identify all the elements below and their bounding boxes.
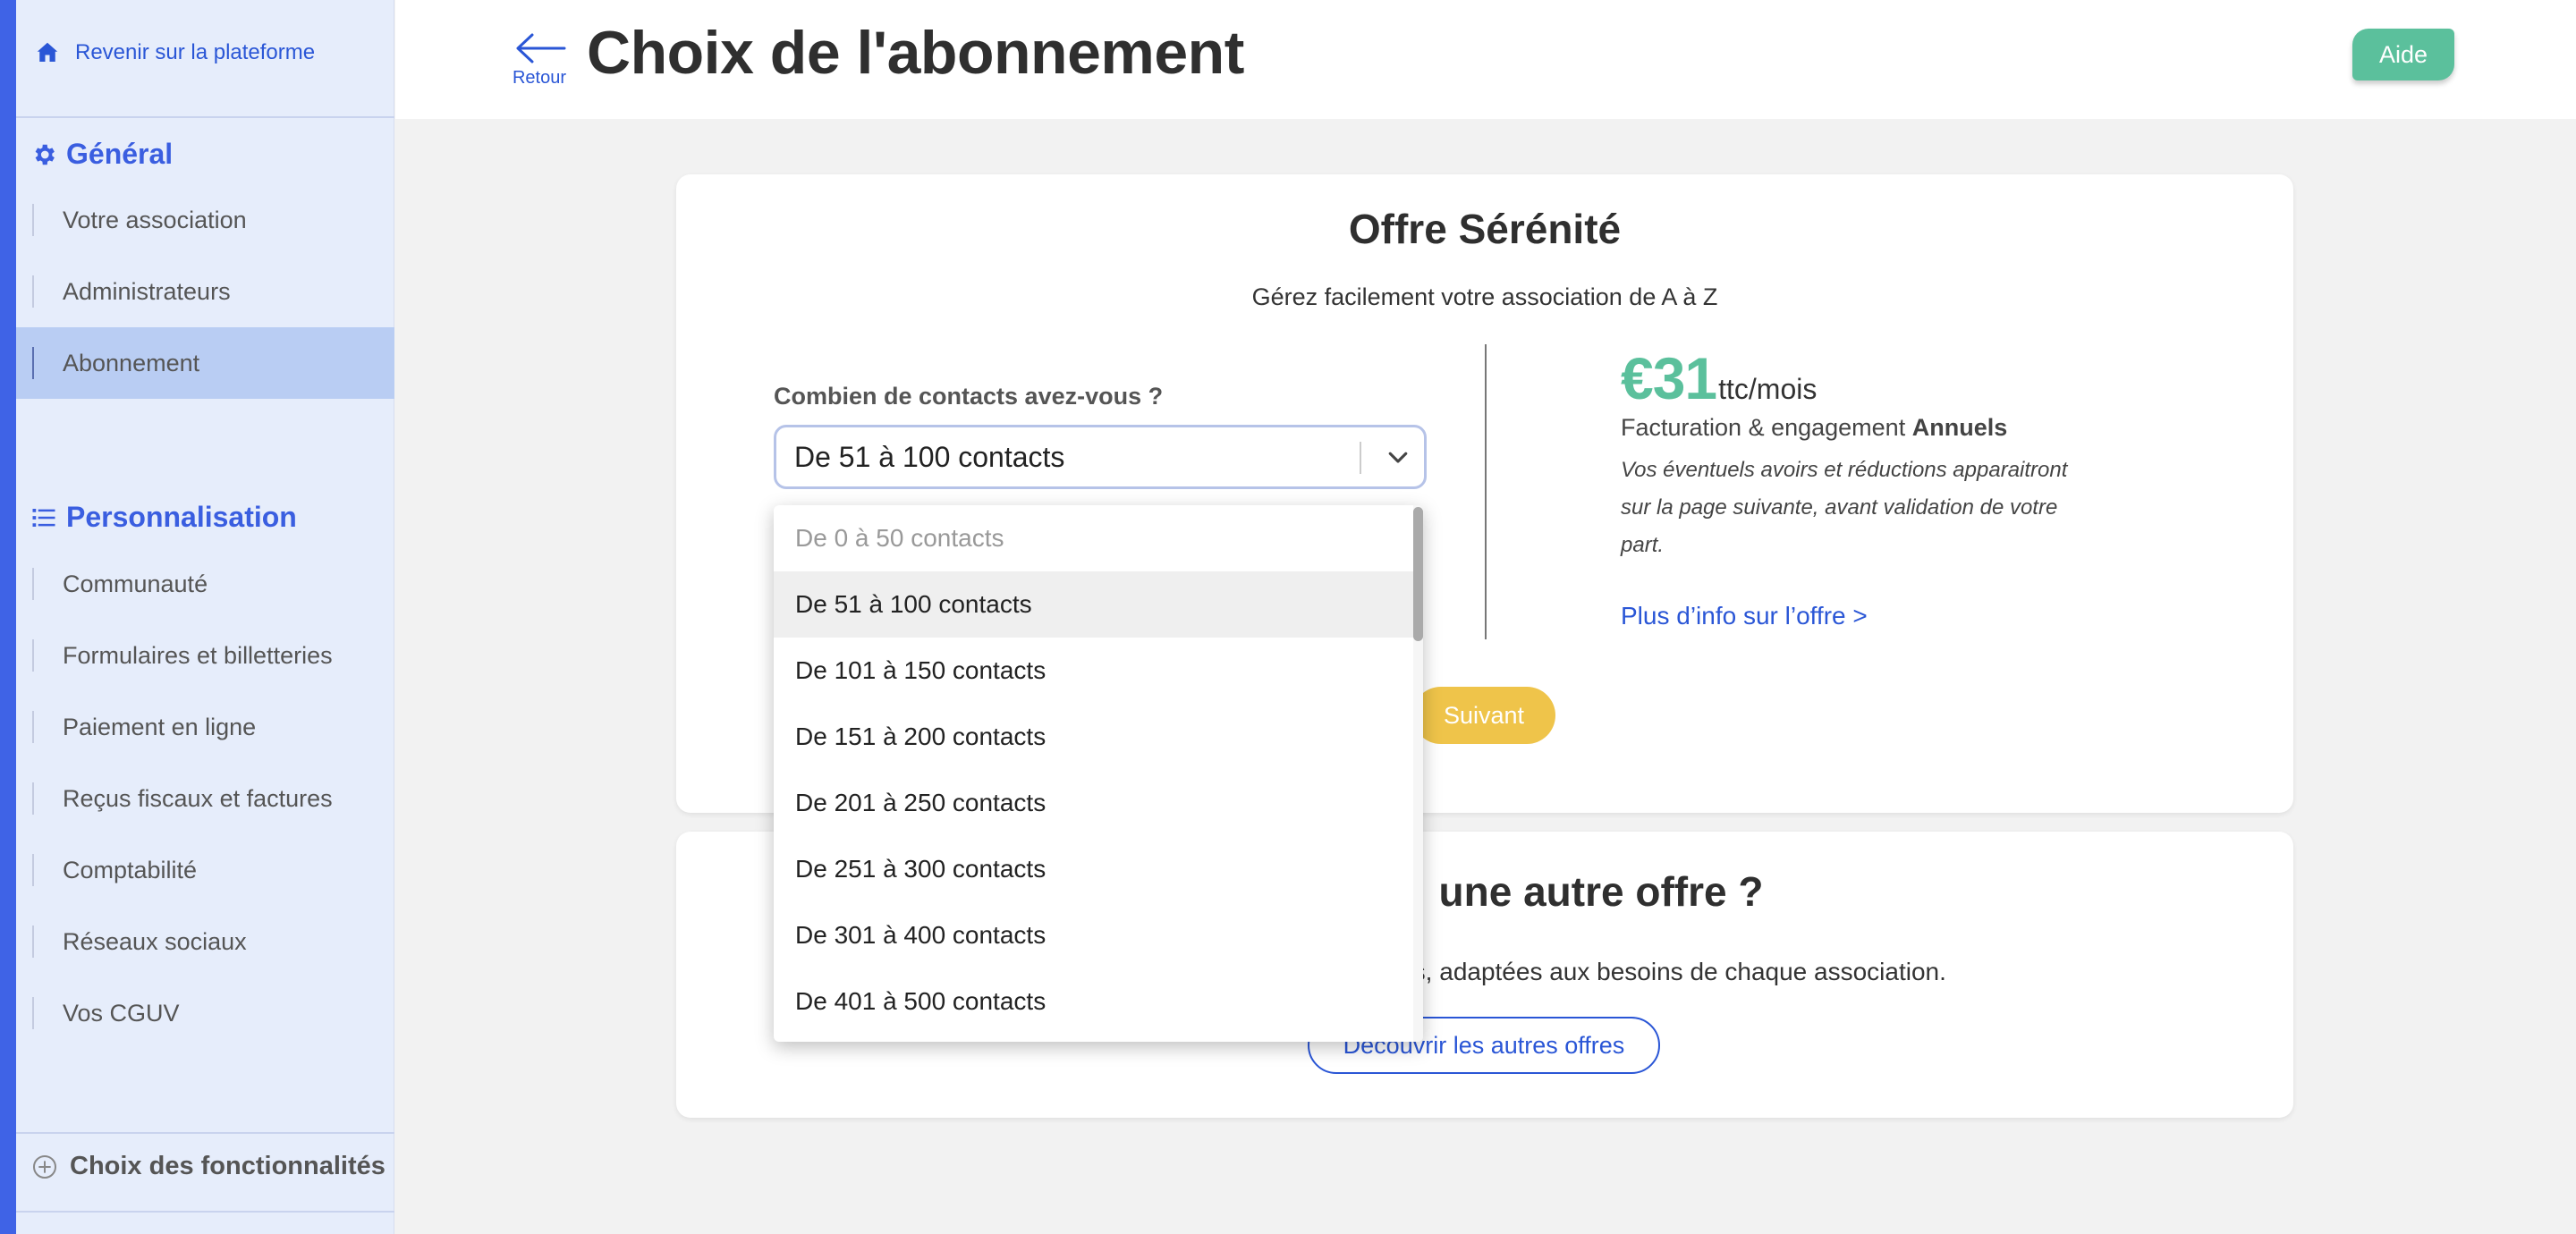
dropdown-option: De 0 à 50 contacts bbox=[795, 524, 1004, 552]
price-unit: ttc/mois bbox=[1718, 373, 1818, 405]
sidebar-item-votre-association[interactable]: Votre association bbox=[16, 184, 394, 256]
back-button-label: Retour bbox=[512, 68, 567, 88]
price: €31 ttc/mois bbox=[1621, 344, 1817, 412]
help-button[interactable]: Aide bbox=[2352, 29, 2454, 80]
section-title-general: Général bbox=[30, 138, 173, 171]
list-icon bbox=[32, 508, 55, 527]
chevron-down-icon[interactable] bbox=[1385, 444, 1411, 470]
page-header: Retour Choix de l'abonnement Aide bbox=[395, 0, 2576, 119]
sidebar-item-recus[interactable]: Reçus fiscaux et factures bbox=[16, 763, 394, 834]
sidebar-item-administrateurs[interactable]: Administrateurs bbox=[16, 256, 394, 327]
sidebar-item-label: Formulaires et billetteries bbox=[63, 641, 333, 669]
sidebar-item-comptabilite[interactable]: Comptabilité bbox=[16, 834, 394, 906]
page-title: Choix de l'abonnement bbox=[587, 19, 1244, 87]
contacts-question-label: Combien de contacts avez-vous ? bbox=[774, 383, 1164, 410]
dropdown-scrollbar-thumb[interactable] bbox=[1413, 507, 1423, 641]
sidebar-divider bbox=[16, 116, 394, 118]
sidebar-divider bbox=[16, 1132, 394, 1134]
plus-circle-icon bbox=[33, 1154, 56, 1179]
next-button[interactable]: Suivant bbox=[1412, 687, 1555, 744]
dropdown-option[interactable]: De 151 à 200 contacts bbox=[774, 704, 1423, 770]
features-choice-link[interactable]: Choix des fonctionnalités bbox=[30, 1152, 386, 1181]
vertical-divider bbox=[1485, 344, 1487, 639]
billing-prefix: Facturation & engagement bbox=[1621, 414, 1906, 441]
sidebar-item-cguv[interactable]: Vos CGUV bbox=[16, 977, 394, 1049]
sidebar-item-label: Réseaux sociaux bbox=[63, 927, 247, 955]
sidebar: Revenir sur la plateforme Général Votre … bbox=[0, 0, 394, 1234]
sidebar-item-paiement[interactable]: Paiement en ligne bbox=[16, 691, 394, 763]
sidebar-item-label: Comptabilité bbox=[63, 856, 198, 883]
discount-note: Vos éventuels avoirs et réductions appar… bbox=[1621, 458, 2068, 557]
dropdown-option[interactable]: De 51 à 100 contacts bbox=[774, 571, 1423, 638]
back-to-platform-link[interactable]: Revenir sur la plateforme bbox=[34, 39, 315, 66]
features-choice-label: Choix des fonctionnalités bbox=[70, 1152, 386, 1180]
home-icon bbox=[37, 42, 58, 62]
sidebar-item-label: Votre association bbox=[63, 206, 247, 233]
dropdown-option[interactable]: De 401 à 500 contacts bbox=[774, 968, 1423, 1035]
back-to-platform-label: Revenir sur la plateforme bbox=[75, 40, 316, 64]
section-title-personnalisation-label: Personnalisation bbox=[66, 501, 297, 533]
sidebar-item-label: Reçus fiscaux et factures bbox=[63, 784, 333, 812]
price-amount: €31 bbox=[1621, 345, 1717, 411]
billing-info: Facturation & engagement Annuels bbox=[1621, 414, 2007, 442]
offer-subtitle: Gérez facilement votre association de A … bbox=[1251, 283, 1718, 310]
more-info-link[interactable]: Plus d’info sur l’offre > bbox=[1621, 602, 1868, 630]
back-button[interactable]: Retour bbox=[508, 30, 571, 89]
contacts-select-value: De 51 à 100 contacts bbox=[794, 440, 1065, 473]
sidebar-divider bbox=[16, 1211, 394, 1213]
gear-icon bbox=[35, 144, 55, 165]
sidebar-item-label: Abonnement bbox=[63, 349, 200, 376]
dropdown-option[interactable]: De 101 à 150 contacts bbox=[774, 638, 1423, 704]
contacts-dropdown-menu: De 0 à 50 contacts De 51 à 100 contacts … bbox=[774, 505, 1423, 1042]
billing-period: Annuels bbox=[1911, 414, 2008, 441]
dropdown-option[interactable]: De 301 à 400 contacts bbox=[774, 902, 1423, 968]
section-title-general-label: Général bbox=[66, 138, 174, 170]
offer-title: Offre Sérénité bbox=[1348, 206, 1622, 252]
sidebar-item-reseaux[interactable]: Réseaux sociaux bbox=[16, 906, 394, 977]
dropdown-option[interactable]: De 201 à 250 contacts bbox=[774, 770, 1423, 836]
sidebar-accent-bar bbox=[0, 0, 16, 1234]
sidebar-item-abonnement[interactable]: Abonnement bbox=[16, 327, 394, 399]
sidebar-item-label: Administrateurs bbox=[63, 277, 231, 305]
select-separator bbox=[1360, 442, 1361, 474]
arrow-left-icon bbox=[516, 33, 566, 63]
sidebar-item-formulaires[interactable]: Formulaires et billetteries bbox=[16, 620, 394, 691]
section-title-personnalisation: Personnalisation bbox=[30, 501, 297, 534]
sidebar-item-communaute[interactable]: Communauté bbox=[16, 548, 394, 620]
dropdown-option[interactable]: De 251 à 300 contacts bbox=[774, 836, 1423, 902]
contacts-select[interactable]: De 51 à 100 contacts bbox=[774, 425, 1427, 489]
sidebar-item-label: Vos CGUV bbox=[63, 999, 180, 1027]
sidebar-item-label: Paiement en ligne bbox=[63, 713, 257, 740]
sidebar-item-label: Communauté bbox=[63, 570, 208, 597]
